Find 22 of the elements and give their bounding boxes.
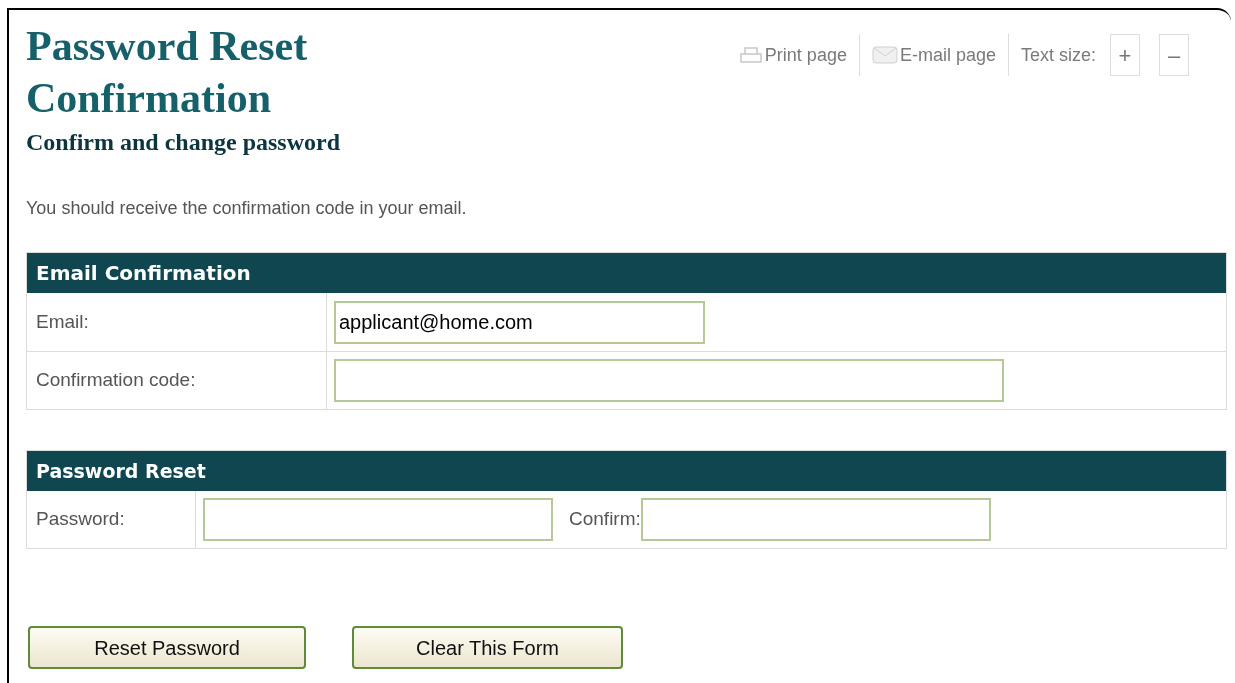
decrease-text-button[interactable]: – [1159, 34, 1189, 76]
field-label: Confirmation code: [36, 368, 196, 393]
section-header: Email Confirmation [27, 253, 1226, 293]
email-field[interactable]: applicant@home.com [334, 300, 705, 344]
page-subtitle: Confirm and change password [26, 128, 342, 157]
intro-text: You should receive the confirmation code in your email. [26, 197, 468, 220]
confirmation-code-field[interactable] [334, 359, 1004, 402]
reset-password-button[interactable]: Reset Password [28, 626, 306, 669]
section-header: Password Reset [27, 451, 1226, 491]
increase-text-button[interactable]: + [1110, 34, 1140, 76]
clear-form-button[interactable]: Clear This Form [352, 626, 623, 669]
page-title: Password Reset Confirmation [26, 22, 309, 123]
printer-icon [738, 46, 763, 64]
password-label: Password: [36, 507, 125, 532]
envelope-icon [871, 46, 898, 64]
text-size-label: Text size: [1019, 43, 1097, 67]
confirm-label: Confirm: [569, 507, 641, 532]
field-label: Email: [36, 309, 89, 334]
password-field[interactable] [203, 498, 553, 541]
email-page-link[interactable]: E-mail page [859, 41, 1008, 69]
confirm-password-field[interactable] [640, 498, 991, 541]
print-page-link[interactable]: Print page [738, 41, 859, 69]
